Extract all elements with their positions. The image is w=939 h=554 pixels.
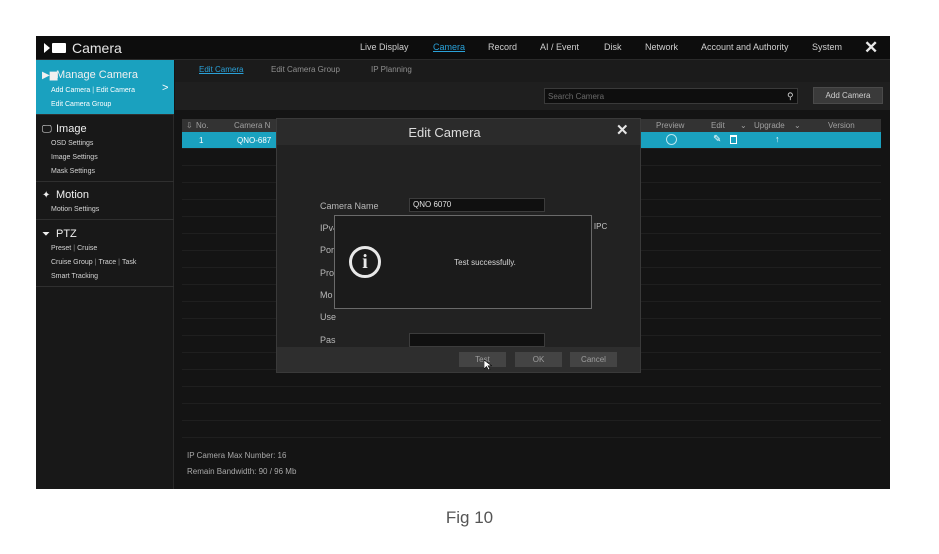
model-label: Mo: [320, 290, 333, 300]
sidebar-item-task[interactable]: Task: [122, 259, 136, 266]
add-camera-button[interactable]: Add Camera: [813, 87, 883, 104]
sidebar-item-motion-settings[interactable]: Motion Settings: [51, 206, 99, 213]
mouse-cursor-icon: [484, 360, 492, 370]
sidebar-section-motion[interactable]: ✦ Motion Motion Settings: [36, 182, 174, 220]
sidebar-ptz-group-trace-task: Cruise Group | Trace | Task: [51, 259, 137, 266]
nav-network[interactable]: Network: [645, 42, 678, 52]
test-button[interactable]: Test: [459, 352, 506, 367]
dialog-title: Edit Camera: [408, 125, 481, 140]
sidebar-item-cruise[interactable]: Cruise: [77, 245, 97, 252]
figure-caption: Fig 10: [445, 508, 494, 527]
nav-system[interactable]: System: [812, 42, 842, 52]
search-row: ⚲ Add Camera: [175, 82, 890, 110]
bandwidth-text: Remain Bandwidth: 90 / 96 Mb: [187, 467, 297, 476]
column-upgrade[interactable]: Upgrade: [754, 121, 785, 130]
preview-icon[interactable]: [666, 134, 677, 145]
nvr-app-window: Camera Live Display Camera Record AI / E…: [36, 36, 890, 489]
running-person-icon: ✦: [42, 190, 51, 201]
subtab-bar: Edit Camera Edit Camera Group IP Plannin…: [175, 60, 890, 82]
max-number-text: IP Camera Max Number: 16: [187, 451, 287, 460]
nav-account-and-authority[interactable]: Account and Authority: [701, 42, 789, 52]
chevron-down-icon[interactable]: ⌄: [794, 121, 801, 130]
chevron-right-icon[interactable]: >: [162, 82, 168, 94]
nav-record[interactable]: Record: [488, 42, 517, 52]
sidebar-section-ptz[interactable]: ⏷ PTZ Preset | Cruise Cruise Group | Trace | Ta…: [36, 220, 174, 287]
protocol-label: Pro: [320, 268, 335, 278]
table-row[interactable]: [182, 404, 881, 421]
sidebar-ptz-title: ⏷ PTZ: [42, 228, 77, 240]
password-label: Pas: [320, 335, 336, 345]
sidebar-manage-camera-title: ▶▆Manage Camera: [42, 69, 138, 81]
username-label: Use: [320, 312, 337, 322]
tab-ip-planning[interactable]: IP Planning: [371, 65, 412, 74]
nav-camera[interactable]: Camera: [433, 42, 465, 52]
sort-icon[interactable]: ⇩: [186, 121, 193, 130]
monitor-icon: 🖵: [42, 124, 52, 135]
camera-icon: ▶▆: [42, 70, 58, 81]
nav-live-display[interactable]: Live Display: [360, 42, 409, 52]
edit-icon[interactable]: ✎: [713, 134, 721, 145]
sidebar: ▶▆Manage Camera Add Camera | Edit Camera E…: [36, 60, 174, 489]
search-input[interactable]: [544, 88, 798, 104]
sidebar-item-edit-camera[interactable]: Edit Camera: [96, 87, 135, 94]
sidebar-item-osd-settings[interactable]: OSD Settings: [51, 140, 93, 147]
sidebar-section-manage-camera[interactable]: ▶▆Manage Camera Add Camera | Edit Camera E…: [36, 60, 174, 115]
cell-no: 1: [199, 136, 204, 145]
tab-edit-camera-group[interactable]: Edit Camera Group: [271, 65, 340, 74]
column-preview[interactable]: Preview: [656, 121, 684, 130]
upgrade-arrow-icon[interactable]: ↑: [775, 134, 780, 144]
table-row[interactable]: [182, 421, 881, 438]
table-row[interactable]: [182, 387, 881, 404]
sidebar-item-image-settings[interactable]: Image Settings: [51, 154, 98, 161]
message-text: Test successfully.: [454, 258, 516, 267]
delete-icon[interactable]: [730, 135, 737, 144]
sidebar-manage-camera-links: Add Camera | Edit Camera: [51, 87, 136, 94]
close-icon[interactable]: ✕: [616, 123, 629, 138]
ok-button[interactable]: OK: [515, 352, 562, 367]
dialog-header: Edit Camera ✕: [277, 119, 640, 145]
sidebar-item-mask-settings[interactable]: Mask Settings: [51, 168, 95, 175]
sidebar-item-trace[interactable]: Trace: [98, 259, 116, 266]
sidebar-motion-title: ✦ Motion: [42, 189, 90, 201]
app-title: Camera: [72, 40, 122, 56]
column-version[interactable]: Version: [828, 121, 855, 130]
sidebar-item-cruise-group[interactable]: Cruise Group: [51, 259, 93, 266]
camera-icon: [44, 43, 66, 53]
dialog-footer: Test OK Cancel: [277, 347, 640, 372]
ptz-camera-icon: ⏷: [42, 229, 50, 240]
close-icon[interactable]: ✕: [864, 39, 878, 56]
top-bar: Camera Live Display Camera Record AI / E…: [36, 36, 890, 60]
test-result-message-box: i Test successfully.: [334, 215, 592, 309]
sidebar-item-smart-tracking[interactable]: Smart Tracking: [51, 273, 98, 280]
tab-edit-camera[interactable]: Edit Camera: [199, 65, 243, 74]
sidebar-section-image[interactable]: 🖵 Image OSD Settings Image Settings Mask …: [36, 115, 174, 182]
column-edit[interactable]: Edit: [711, 121, 725, 130]
chevron-down-icon[interactable]: ⌄: [740, 121, 747, 130]
camera-name-label: Camera Name: [320, 201, 379, 211]
search-icon[interactable]: ⚲: [787, 91, 794, 102]
sidebar-ptz-preset-cruise: Preset | Cruise: [51, 245, 98, 252]
cancel-button[interactable]: Cancel: [570, 352, 617, 367]
info-icon: i: [349, 246, 381, 278]
sidebar-item-add-camera[interactable]: Add Camera: [51, 87, 90, 94]
sidebar-item-preset[interactable]: Preset: [51, 245, 71, 252]
sidebar-item-edit-camera-group[interactable]: Edit Camera Group: [51, 101, 111, 108]
password-field[interactable]: [409, 333, 545, 347]
camera-name-field[interactable]: QNO 6070: [409, 198, 545, 212]
cell-camera-name: QNO-687: [237, 136, 272, 145]
sidebar-image-title: 🖵 Image: [42, 123, 87, 135]
nav-disk[interactable]: Disk: [604, 42, 622, 52]
column-camera-name[interactable]: Camera N: [234, 121, 270, 130]
nav-ai-event[interactable]: AI / Event: [540, 42, 579, 52]
column-no[interactable]: No.: [196, 121, 208, 130]
